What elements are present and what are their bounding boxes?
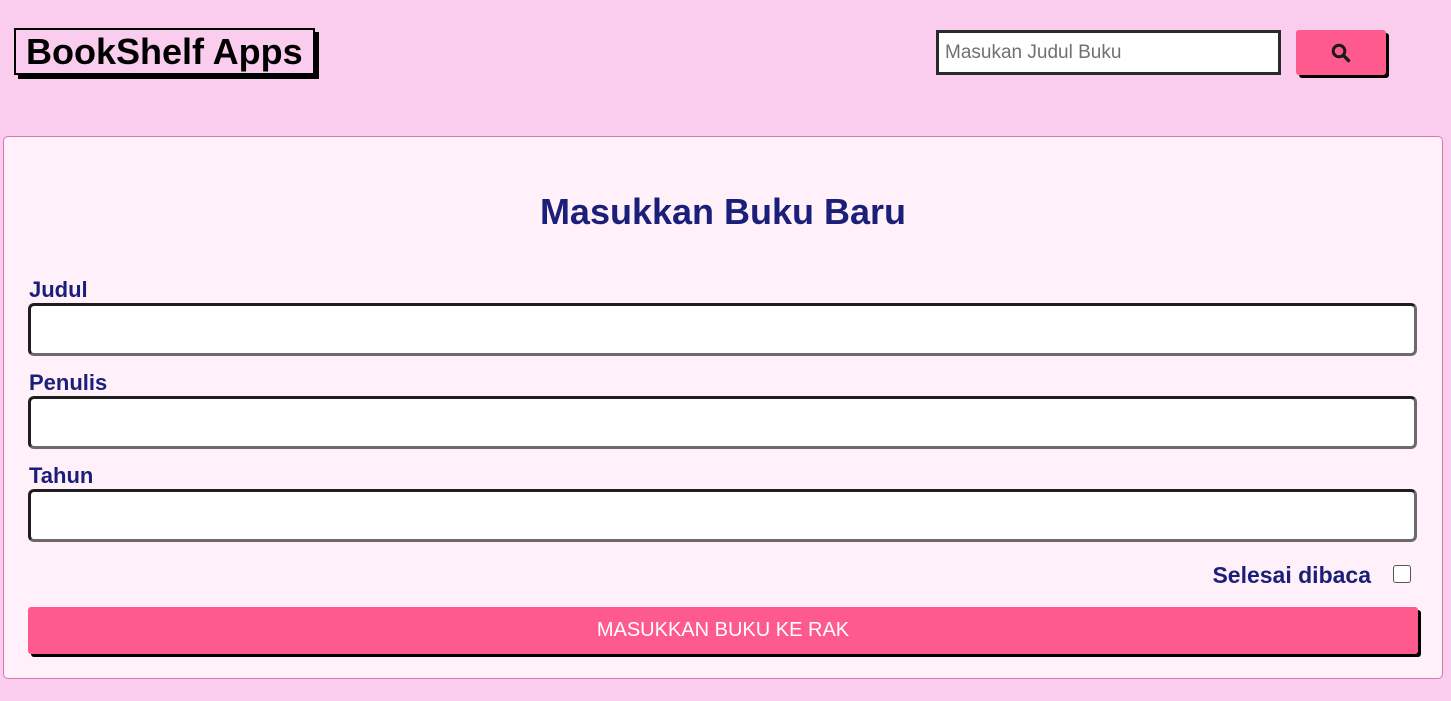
title-label: Judul [29,277,88,302]
finished-reading-checkbox[interactable] [1393,565,1411,583]
search-input[interactable] [936,30,1281,75]
author-input[interactable] [28,396,1417,449]
app-header: BookShelf Apps [0,0,1451,100]
year-input[interactable] [28,489,1417,542]
title-input[interactable] [28,303,1417,356]
app-title: BookShelf Apps [14,28,315,75]
finished-reading-label: Selesai dibaca [1212,562,1371,588]
form-title: Masukkan Buku Baru [539,191,907,232]
search-button[interactable] [1296,30,1386,75]
submit-book-button[interactable]: MASUKKAN BUKU KE RAK [28,607,1418,654]
search-icon [1331,43,1351,63]
author-label: Penulis [29,370,108,395]
year-label: Tahun [29,463,94,488]
add-book-card: Masukkan Buku Baru Judul Penulis Tahun S… [3,136,1443,679]
